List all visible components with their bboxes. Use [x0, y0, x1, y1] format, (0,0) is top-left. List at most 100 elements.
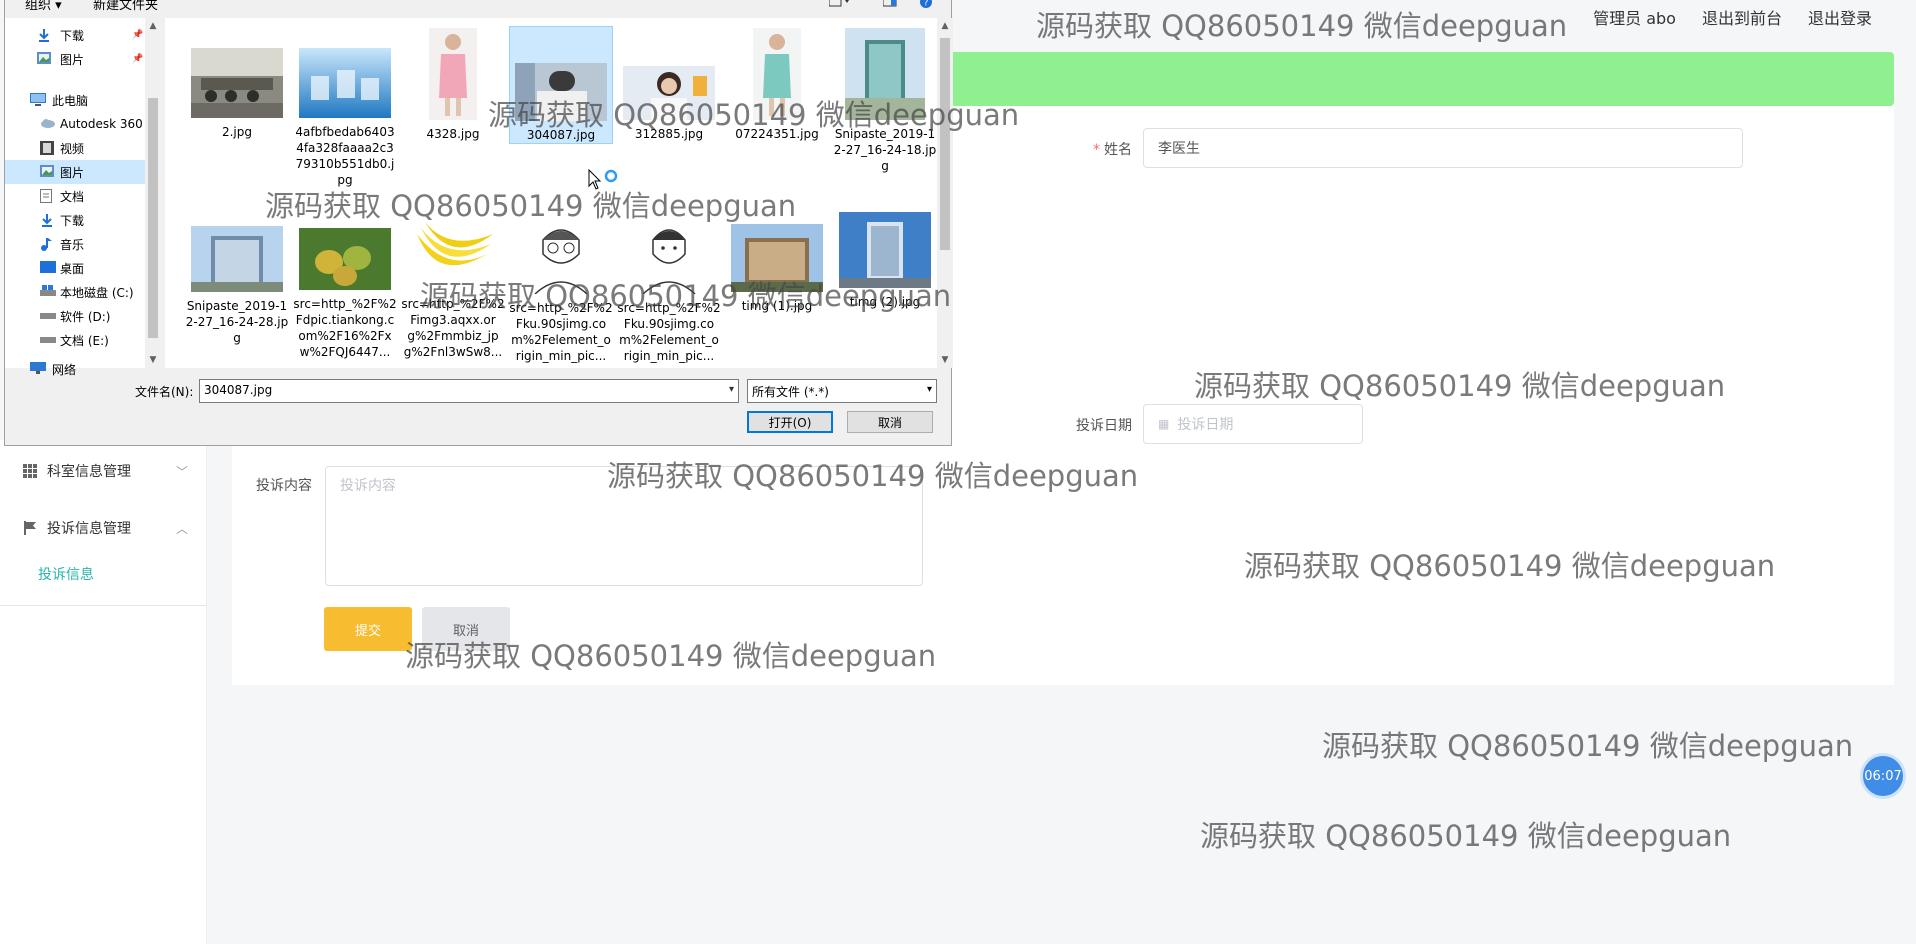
nav-item-drive-c[interactable]: 本地磁盘 (C:)	[5, 280, 145, 304]
scroll-up-arrow[interactable]: ▲	[937, 18, 953, 34]
date-label: 投诉日期	[1076, 418, 1132, 434]
doctor-photo-thumbnail	[510, 63, 612, 125]
doctor-woman-photo-thumbnail	[617, 66, 721, 124]
file-open-dialog: 组织 ▾ 新建文件夹 ? 下载 📌 图片 📌 此电脑 Autodesk 360 …	[4, 0, 953, 446]
nav-scrollbar[interactable]: ▲ ▼	[145, 18, 161, 368]
sidebar-item-department[interactable]: 科室信息管理 ﹀	[0, 445, 207, 497]
hospital-tower-photo-thumbnail	[833, 28, 937, 124]
file-name: src=http_%2F%2Fku.90sjimg.com%2Felement_…	[509, 301, 613, 363]
file-item[interactable]: 4afbfbedab64034fa328faaaa2c379310b551db0…	[293, 48, 397, 188]
file-item[interactable]: src=http_%2F%2Fku.90sjimg.com%2Felement_…	[617, 214, 721, 364]
scroll-down-arrow[interactable]: ▼	[937, 352, 953, 368]
name-input[interactable]: 李医生	[1143, 128, 1743, 168]
filetype-select[interactable]: 所有文件 (*.*) ▾	[747, 379, 937, 403]
scroll-down-arrow[interactable]: ▼	[145, 352, 161, 368]
nav-item-this-pc[interactable]: 此电脑	[5, 88, 145, 112]
name-label: * 姓名	[1093, 142, 1132, 158]
loading-cursor-icon	[587, 168, 621, 202]
file-item[interactable]: 4328.jpg	[401, 28, 505, 142]
man-avatar-thumbnail	[617, 214, 721, 298]
watermark: 源码获取 QQ86050149 微信deepguan	[1322, 729, 1854, 763]
calendar-icon: ▦	[1158, 417, 1170, 431]
hospital-building-photo-thumbnail	[185, 226, 289, 296]
document-icon	[40, 189, 56, 203]
pin-icon: 📌	[132, 54, 144, 64]
sidebar-subitem-complaint-info[interactable]: 投诉信息	[38, 564, 94, 584]
flag-icon	[22, 520, 38, 536]
nav-item-pictures[interactable]: 图片	[5, 160, 145, 184]
classroom-photo-thumbnail	[185, 48, 289, 122]
view-options-icon[interactable]	[828, 0, 849, 10]
pictures-icon	[40, 165, 56, 179]
nav-item-videos[interactable]: 视频	[5, 136, 145, 160]
file-item[interactable]: timg (2).jpg	[833, 212, 937, 310]
mango-photo-thumbnail	[293, 228, 397, 294]
sidebar-item-label: 科室信息管理	[47, 464, 131, 480]
help-icon[interactable]: ?	[919, 0, 935, 10]
scroll-up-arrow[interactable]: ▲	[145, 18, 161, 34]
filename-input[interactable]: 304087.jpg ▾	[199, 379, 739, 403]
form-cancel-button[interactable]: 取消	[422, 607, 510, 651]
hospital-blue-photo-thumbnail	[833, 212, 937, 292]
admin-label: 管理员 abo	[1593, 9, 1676, 28]
drive-icon	[40, 309, 56, 323]
download-icon	[40, 213, 56, 227]
logout-link[interactable]: 退出登录	[1808, 5, 1872, 29]
file-item[interactable]: 07224351.jpg	[725, 28, 829, 142]
file-name: src=http_%2F%2Fku.90sjimg.com%2Felement_…	[617, 301, 721, 363]
nav-item-autodesk[interactable]: Autodesk 360	[5, 112, 145, 136]
submit-button[interactable]: 提交	[324, 607, 412, 651]
content-textarea[interactable]: 投诉内容	[325, 466, 923, 586]
organize-menu[interactable]: 组织 ▾	[25, 0, 62, 13]
file-item[interactable]: timg (1).jpg	[725, 224, 829, 314]
chevron-down-icon[interactable]: ▾	[927, 384, 932, 395]
file-name: src=http_%2F%2Fdpic.tiankong.com%2F16%2F…	[293, 297, 397, 359]
new-folder-button[interactable]: 新建文件夹	[93, 0, 158, 13]
music-icon	[40, 237, 56, 251]
files-scrollbar[interactable]: ▲ ▼	[937, 18, 953, 368]
date-input[interactable]: ▦ 投诉日期	[1143, 404, 1363, 444]
file-item[interactable]: src=http_%2F%2Fku.90sjimg.com%2Felement_…	[509, 214, 613, 364]
scroll-thumb[interactable]	[940, 38, 950, 250]
video-icon	[40, 141, 56, 155]
file-name: 4afbfbedab64034fa328faaaa2c379310b551db0…	[295, 125, 395, 187]
file-item[interactable]: 312885.jpg	[617, 66, 721, 142]
filename-label: 文件名(N):	[135, 385, 194, 399]
download-icon	[37, 28, 53, 42]
chevron-down-icon[interactable]: ▾	[729, 384, 734, 395]
watermark: 源码获取 QQ86050149 微信deepguan	[1200, 819, 1732, 853]
banana-photo-thumbnail	[401, 214, 505, 294]
file-item[interactable]: src=http_%2F%2Fimg3.aqxx.org%2Fmmbiz_jpg…	[401, 214, 505, 360]
cloud-icon	[40, 117, 56, 131]
sidebar-divider	[0, 605, 207, 606]
open-button[interactable]: 打开(O)	[747, 411, 833, 433]
file-name: Snipaste_2019-12-27_16-24-28.jpg	[185, 299, 289, 345]
dialog-cancel-button[interactable]: 取消	[847, 411, 933, 433]
scroll-thumb[interactable]	[148, 98, 158, 338]
nav-item-pictures-pinned[interactable]: 图片 📌	[5, 47, 145, 71]
file-item[interactable]: 2.jpg	[185, 48, 289, 140]
sidebar-item-complaint[interactable]: 投诉信息管理 ︿	[0, 502, 207, 554]
file-item[interactable]: Snipaste_2019-12-27_16-24-28.jpg	[185, 226, 289, 346]
front-link[interactable]: 退出到前台	[1702, 5, 1782, 29]
navigation-pane: 下载 📌 图片 📌 此电脑 Autodesk 360 视频 图片 文档 下载 音…	[5, 18, 161, 377]
file-name: Snipaste_2019-12-27_16-24-18.jpg	[833, 127, 937, 173]
pin-icon: 📌	[132, 30, 144, 40]
nav-item-music[interactable]: 音乐	[5, 232, 145, 256]
nav-item-downloads-pinned[interactable]: 下载 📌	[5, 23, 145, 47]
nav-item-desktop[interactable]: 桌面	[5, 256, 145, 280]
nav-item-drive-e[interactable]: 文档 (E:)	[5, 328, 145, 352]
file-item[interactable]: Snipaste_2019-12-27_16-24-18.jpg	[833, 28, 937, 174]
preview-pane-icon[interactable]	[882, 0, 899, 10]
dialog-toolbar: 组织 ▾ 新建文件夹 ?	[5, 0, 951, 14]
grid-icon	[22, 463, 38, 479]
nav-item-network[interactable]: 网络	[5, 357, 145, 381]
nav-item-drive-d[interactable]: 软件 (D:)	[5, 304, 145, 328]
nav-item-documents[interactable]: 文档	[5, 184, 145, 208]
nav-item-downloads[interactable]: 下载	[5, 208, 145, 232]
file-item-selected[interactable]: 304087.jpg	[509, 26, 613, 144]
file-item[interactable]: src=http_%2F%2Fdpic.tiankong.com%2F16%2F…	[293, 228, 397, 360]
computer-icon	[30, 93, 46, 107]
file-name: 304087.jpg	[526, 128, 596, 142]
blue-tech-image-thumbnail	[293, 48, 397, 122]
